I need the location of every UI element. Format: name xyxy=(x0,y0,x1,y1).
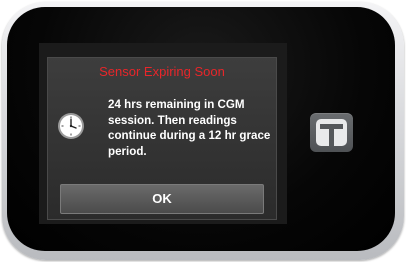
dialog-message: 24 hrs remaining in CGM session. Then re… xyxy=(108,98,271,158)
dialog-title: Sensor Expiring Soon xyxy=(99,64,225,79)
sensor-expiring-dialog: Sensor Expiring Soon 24 hrs remaining in… xyxy=(47,57,277,220)
t-logo-icon xyxy=(316,119,347,146)
t-button[interactable] xyxy=(310,113,353,152)
ok-button[interactable]: OK xyxy=(60,184,264,214)
clock-icon xyxy=(58,113,84,139)
